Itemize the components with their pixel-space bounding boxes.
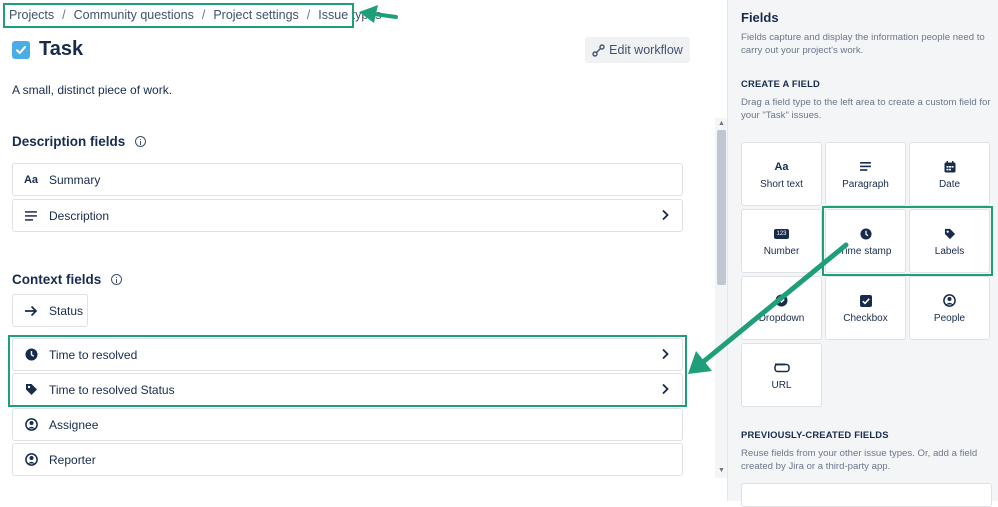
calendar-icon bbox=[944, 159, 956, 175]
edit-workflow-button[interactable]: Edit workflow bbox=[585, 37, 690, 63]
create-field-description: Drag a field type to the left area to cr… bbox=[741, 97, 991, 122]
main-area: Projects / Community questions / Project set… bbox=[0, 0, 727, 501]
field-type-number[interactable]: 123 Number bbox=[741, 209, 822, 273]
field-type-time-stamp[interactable]: Time stamp bbox=[825, 209, 906, 273]
link-icon bbox=[773, 360, 790, 376]
field-summary[interactable]: Aa Summary bbox=[12, 163, 683, 196]
workflow-icon bbox=[592, 43, 605, 57]
breadcrumb-project-settings[interactable]: Project settings bbox=[213, 8, 298, 22]
breadcrumb-projects[interactable]: Projects bbox=[9, 8, 54, 22]
context-fields-heading: Context fields bbox=[12, 272, 123, 287]
field-label: Reporter bbox=[49, 452, 96, 467]
previous-fields-heading: PREVIOUSLY-CREATED FIELDS bbox=[741, 429, 889, 440]
scroll-down-arrow[interactable]: ▼ bbox=[717, 467, 726, 475]
field-label: Time to resolved Status bbox=[49, 382, 175, 397]
field-label: Status bbox=[49, 303, 84, 318]
description-fields-heading: Description fields bbox=[12, 134, 147, 149]
text-aa-icon: Aa bbox=[23, 173, 39, 186]
previous-fields-search-input[interactable] bbox=[741, 483, 992, 507]
breadcrumb: Projects / Community questions / Project set… bbox=[9, 8, 382, 22]
field-type-label: Dropdown bbox=[758, 312, 805, 324]
field-type-label: People bbox=[933, 312, 966, 324]
field-description[interactable]: Description bbox=[12, 199, 683, 232]
fields-panel: Fields Fields capture and display the in… bbox=[728, 0, 998, 507]
field-type-checkbox[interactable]: Checkbox bbox=[825, 276, 906, 340]
issue-type-header: Task bbox=[12, 38, 83, 61]
scrollbar-thumb[interactable] bbox=[717, 130, 726, 285]
field-type-label: Time stamp bbox=[839, 245, 892, 257]
clock-icon bbox=[859, 226, 872, 242]
chevron-right-icon bbox=[662, 348, 669, 360]
info-icon[interactable] bbox=[111, 274, 123, 285]
field-type-dropdown[interactable]: Dropdown bbox=[741, 276, 822, 340]
field-type-people[interactable]: People bbox=[909, 276, 990, 340]
field-type-paragraph[interactable]: Paragraph bbox=[825, 142, 906, 206]
panel-title: Fields bbox=[741, 10, 779, 25]
create-field-heading: CREATE A FIELD bbox=[741, 78, 821, 89]
field-reporter[interactable]: Reporter bbox=[12, 443, 683, 476]
checkbox-icon bbox=[859, 293, 872, 309]
page-title: Task bbox=[39, 38, 84, 60]
task-checkbox-icon bbox=[12, 40, 30, 59]
scroll-up-arrow[interactable]: ▲ bbox=[717, 120, 726, 128]
panel-description: Fields capture and display the informati… bbox=[741, 32, 985, 57]
field-type-url[interactable]: URL bbox=[741, 343, 822, 407]
description-fields-title: Description fields bbox=[12, 134, 126, 149]
person-icon bbox=[21, 418, 41, 431]
edit-workflow-label: Edit workflow bbox=[609, 43, 683, 57]
field-type-label: Paragraph bbox=[842, 178, 889, 190]
arrow-right-icon bbox=[21, 305, 41, 317]
field-label: Time to resolved bbox=[49, 347, 138, 362]
chevron-right-icon bbox=[662, 209, 669, 221]
context-fields-title: Context fields bbox=[12, 272, 102, 287]
field-label: Description bbox=[49, 208, 110, 223]
breadcrumb-community-questions[interactable]: Community questions bbox=[74, 8, 194, 22]
field-time-to-resolved-status[interactable]: Time to resolved Status bbox=[12, 373, 683, 406]
field-assignee[interactable]: Assignee bbox=[12, 408, 683, 441]
previous-fields-description: Reuse fields from your other issue types… bbox=[741, 448, 978, 473]
field-type-label: Checkbox bbox=[843, 312, 888, 324]
info-icon[interactable] bbox=[135, 136, 147, 147]
clock-icon bbox=[21, 348, 41, 361]
breadcrumb-issue-types[interactable]: Issue types bbox=[318, 8, 381, 22]
field-type-short-text[interactable]: Aa Short text bbox=[741, 142, 822, 206]
field-type-date[interactable]: Date bbox=[909, 142, 990, 206]
field-label: Assignee bbox=[49, 417, 99, 432]
field-label: Summary bbox=[49, 172, 101, 187]
tag-icon bbox=[21, 383, 41, 396]
field-type-labels[interactable]: Labels bbox=[909, 209, 990, 273]
chevron-right-icon bbox=[662, 383, 669, 395]
issue-type-description: A small, distinct piece of work. bbox=[12, 83, 173, 97]
text-aa-icon: Aa bbox=[774, 160, 789, 173]
paragraph-icon bbox=[21, 210, 41, 221]
person-icon bbox=[21, 453, 41, 466]
number-icon: 123 bbox=[774, 228, 789, 239]
field-type-label: Number bbox=[763, 245, 800, 257]
person-icon bbox=[943, 293, 956, 309]
field-type-label: Date bbox=[938, 178, 961, 190]
field-time-to-resolved[interactable]: Time to resolved bbox=[12, 338, 683, 371]
field-type-label: URL bbox=[771, 379, 792, 391]
dropdown-icon bbox=[775, 293, 788, 309]
field-type-label: Labels bbox=[934, 245, 965, 257]
field-type-label: Short text bbox=[760, 178, 803, 190]
field-status[interactable]: Status bbox=[12, 294, 88, 327]
tag-icon bbox=[944, 226, 956, 242]
paragraph-icon bbox=[860, 159, 871, 175]
